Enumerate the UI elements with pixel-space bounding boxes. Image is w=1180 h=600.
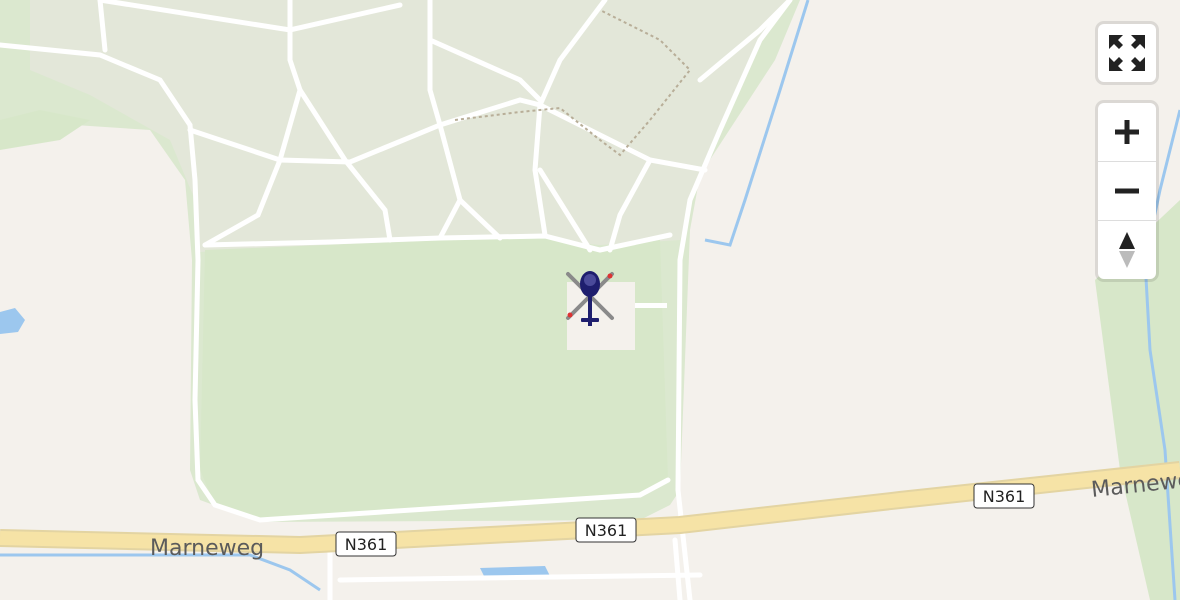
route-shield-label: N361 (983, 487, 1026, 506)
navigation-control (1098, 103, 1156, 279)
zoom-out-button[interactable] (1098, 161, 1156, 220)
route-shield-1: N361 (335, 531, 397, 557)
fullscreen-control (1098, 24, 1156, 82)
route-shield-3: N361 (973, 483, 1035, 509)
route-shield-2: N361 (575, 517, 637, 543)
zoom-in-icon (1115, 120, 1139, 144)
helipad-access (635, 303, 667, 308)
route-shield-label: N361 (345, 535, 388, 554)
compass-icon (1119, 232, 1135, 268)
map-canvas[interactable]: Marneweg Marneweg N361 N361 N361 (0, 0, 1180, 600)
zoom-in-button[interactable] (1098, 103, 1156, 161)
fullscreen-button[interactable] (1098, 24, 1156, 82)
route-shield-label: N361 (585, 521, 628, 540)
compass-button[interactable] (1098, 220, 1156, 279)
road-label-marneweg-west: Marneweg (150, 536, 264, 561)
zoom-out-icon (1115, 188, 1139, 194)
helipad (567, 282, 635, 350)
fullscreen-icon (1109, 35, 1145, 71)
